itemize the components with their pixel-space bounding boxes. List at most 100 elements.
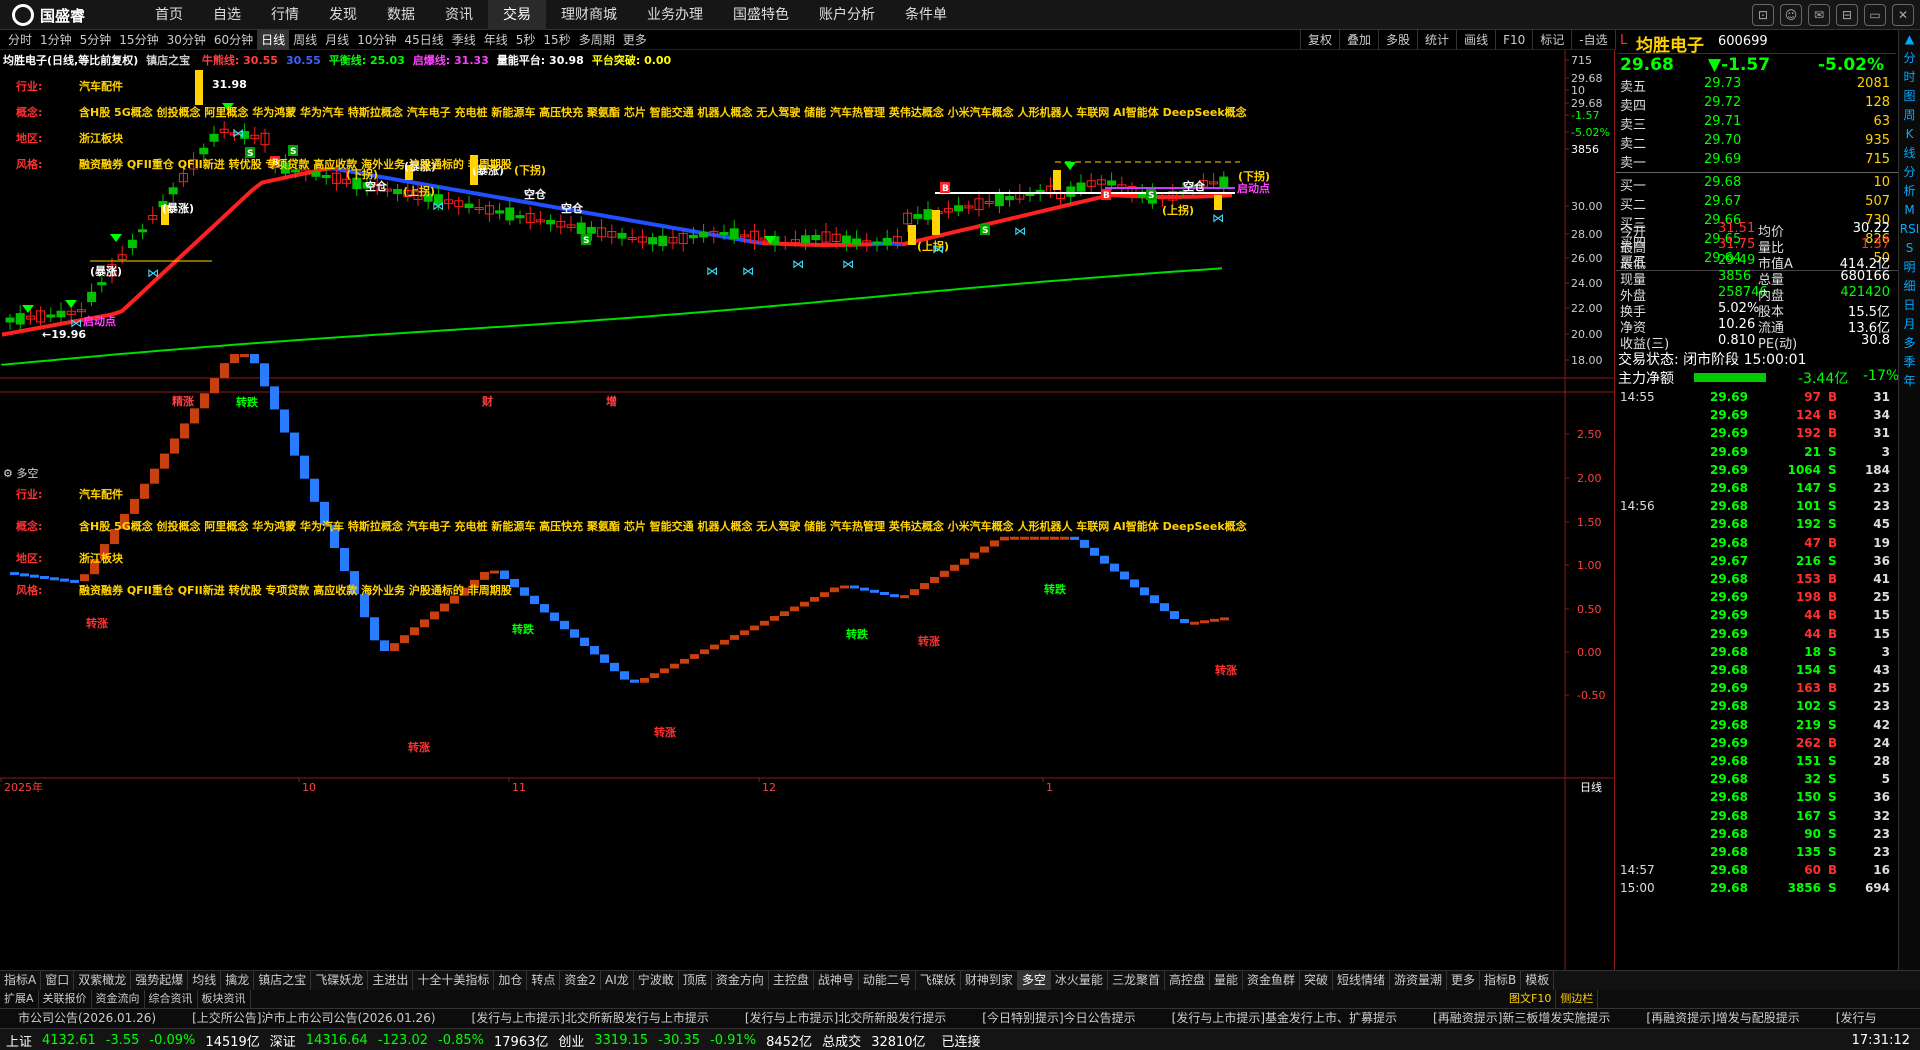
indicator-tab-27[interactable]: 资金鱼群 [1243,971,1300,990]
indicator-tab-7[interactable]: 飞碟妖龙 [311,971,369,990]
window-control-icon-3[interactable]: ⊟ [1836,4,1858,26]
indicator-tab-29[interactable]: 短线情绪 [1333,971,1391,990]
sz-label[interactable]: 深证 [270,1031,296,1050]
news-item[interactable]: [发行与上市提示]北交所新股发行与上市提示 [454,1009,727,1028]
tick-row[interactable]: 29.68 150 S 36 [1618,790,1896,808]
tick-row[interactable]: 15:00 29.68 3856 S 694 [1618,881,1896,899]
tick-row[interactable]: 29.69 163 B 25 [1618,681,1896,699]
indicator-tab-4[interactable]: 均线 [188,971,222,990]
indicator-tab-9[interactable]: 十全十美指标 [413,971,495,990]
indicator-tab-11[interactable]: 转点 [527,971,561,990]
tick-row[interactable]: 29.69 1064 S 184 [1618,463,1896,481]
tick-row[interactable]: 29.68 147 S 23 [1618,481,1896,499]
tick-row[interactable]: 29.68 18 S 3 [1618,645,1896,663]
tick-row[interactable]: 29.67 216 S 36 [1618,554,1896,572]
sub-nav-tab-1[interactable]: 关联报价 [39,990,92,1008]
menu-item-3[interactable]: 发现 [314,0,372,30]
period-tab-11[interactable]: 季线 [448,30,480,50]
sub-nav-right-tab-0[interactable]: 图文F10 [1505,990,1557,1008]
period-tab-3[interactable]: 15分钟 [115,30,162,50]
sub-chart-title[interactable]: ⚙ 多空 [3,465,38,481]
menu-item-2[interactable]: 行情 [256,0,314,30]
tick-row[interactable]: 29.69 262 B 24 [1618,736,1896,754]
indicator-tab-30[interactable]: 游资量潮 [1390,971,1448,990]
period-tab-12[interactable]: 年线 [480,30,512,50]
side-strip-item-9[interactable]: M [1899,201,1920,220]
tick-row[interactable]: 29.68 135 S 23 [1618,845,1896,863]
indicator-tab-2[interactable]: 双紫橄龙 [74,971,132,990]
side-strip-item-15[interactable]: 月 [1899,315,1920,334]
period-tab-15[interactable]: 多周期 [575,30,619,50]
indicator-tab-15[interactable]: 顶底 [679,971,712,990]
indicator-tab-8[interactable]: 主进出 [368,971,414,990]
indicator-right-tab-0[interactable]: 指标B [1480,971,1522,990]
cy-label[interactable]: 创业 [558,1031,584,1050]
indicator-tab-22[interactable]: 多空 [1017,971,1051,990]
indicator-tab-19[interactable]: 动能二号 [859,971,916,990]
sh-label[interactable]: 上证 [6,1031,32,1050]
tick-row[interactable]: 29.68 47 B 19 [1618,536,1896,554]
news-item[interactable]: 市公司公告(2026.01.26) [0,1009,174,1028]
period-tab-14[interactable]: 15秒 [539,30,574,50]
indicator-tab-12[interactable]: 资金2 [560,971,602,990]
sub-nav-tab-3[interactable]: 综合资讯 [145,990,198,1008]
period-tab-9[interactable]: 10分钟 [353,30,400,50]
indicator-tab-23[interactable]: 冰火量能 [1051,971,1108,990]
menu-item-11[interactable]: 条件单 [890,0,962,30]
tool-button-1[interactable]: 叠加 [1339,30,1378,50]
news-item[interactable]: [今日特别提示]今日公告提示 [964,1009,1153,1028]
sub-nav-right-tab-1[interactable]: 侧边栏 [1556,990,1599,1008]
tick-row[interactable]: 14:56 29.68 101 S 23 [1618,499,1896,517]
indicator-tab-21[interactable]: 财神到家 [961,971,1018,990]
tick-row[interactable]: 29.69 198 B 25 [1618,590,1896,608]
indicator-tab-6[interactable]: 镇店之宝 [254,971,312,990]
tick-row[interactable]: 29.68 154 S 43 [1618,663,1896,681]
tool-button-4[interactable]: 画线 [1456,30,1495,50]
tick-row[interactable]: 14:55 29.69 97 B 31 [1618,390,1896,408]
indicator-tab-18[interactable]: 战神号 [814,971,859,990]
indicator-tab-20[interactable]: 飞碟妖 [916,971,961,990]
tick-row[interactable]: 29.68 32 S 5 [1618,772,1896,790]
kline-chart-svg[interactable]: 29.6971529.681029.68-1.57-5.02%385630.00… [0,12,1615,980]
side-strip-item-6[interactable]: 线 [1899,144,1920,163]
indicator-tab-0[interactable]: 指标A [0,971,42,990]
tool-button-0[interactable]: 复权 [1300,30,1339,50]
menu-item-10[interactable]: 账户分析 [804,0,890,30]
tick-row[interactable]: 29.69 44 B 15 [1618,608,1896,626]
side-strip-item-10[interactable]: RSI [1899,220,1920,239]
period-tab-1[interactable]: 1分钟 [36,30,76,50]
menu-item-5[interactable]: 资讯 [430,0,488,30]
tick-row[interactable]: 29.69 44 B 15 [1618,627,1896,645]
tick-row[interactable]: 29.68 90 S 23 [1618,827,1896,845]
indicator-tab-17[interactable]: 主控盘 [769,971,814,990]
indicator-tab-1[interactable]: 窗口 [41,971,75,990]
period-tab-5[interactable]: 60分钟 [210,30,257,50]
side-strip-item-8[interactable]: 析 [1899,182,1920,201]
tool-button-7[interactable]: -自选 [1571,30,1614,50]
side-strip-item-4[interactable]: 周 [1899,106,1920,125]
tick-row[interactable]: 29.68 192 S 45 [1618,517,1896,535]
side-strip-item-7[interactable]: 分 [1899,163,1920,182]
tool-button-3[interactable]: 统计 [1417,30,1456,50]
period-tab-16[interactable]: 更多 [619,30,651,50]
indicator-tab-31[interactable]: 更多 [1447,971,1481,990]
side-strip-item-2[interactable]: 时 [1899,68,1920,87]
menu-item-1[interactable]: 自选 [198,0,256,30]
period-tab-7[interactable]: 周线 [289,30,321,50]
menu-item-4[interactable]: 数据 [372,0,430,30]
indicator-right-tab-1[interactable]: 模板 [1521,971,1555,990]
menu-item-6[interactable]: 交易 [488,0,546,30]
menu-item-7[interactable]: 理财商城 [546,0,632,30]
tool-button-2[interactable]: 多股 [1378,30,1417,50]
period-tab-10[interactable]: 45日线 [400,30,447,50]
window-control-icon-0[interactable]: ⊡ [1752,4,1774,26]
kline-chart-area[interactable]: 29.6971529.681029.68-1.57-5.02%385630.00… [0,12,1615,980]
indicator-tab-16[interactable]: 资金方向 [712,971,769,990]
indicator-tab-28[interactable]: 突破 [1300,971,1334,990]
indicator-tab-14[interactable]: 宁波敢 [634,971,679,990]
side-strip-item-13[interactable]: 细 [1899,277,1920,296]
period-tab-13[interactable]: 5秒 [512,30,540,50]
indicator-tab-25[interactable]: 高控盘 [1165,971,1210,990]
period-tab-0[interactable]: 分时 [4,30,36,50]
news-item[interactable]: [发行与 [1818,1009,1895,1028]
